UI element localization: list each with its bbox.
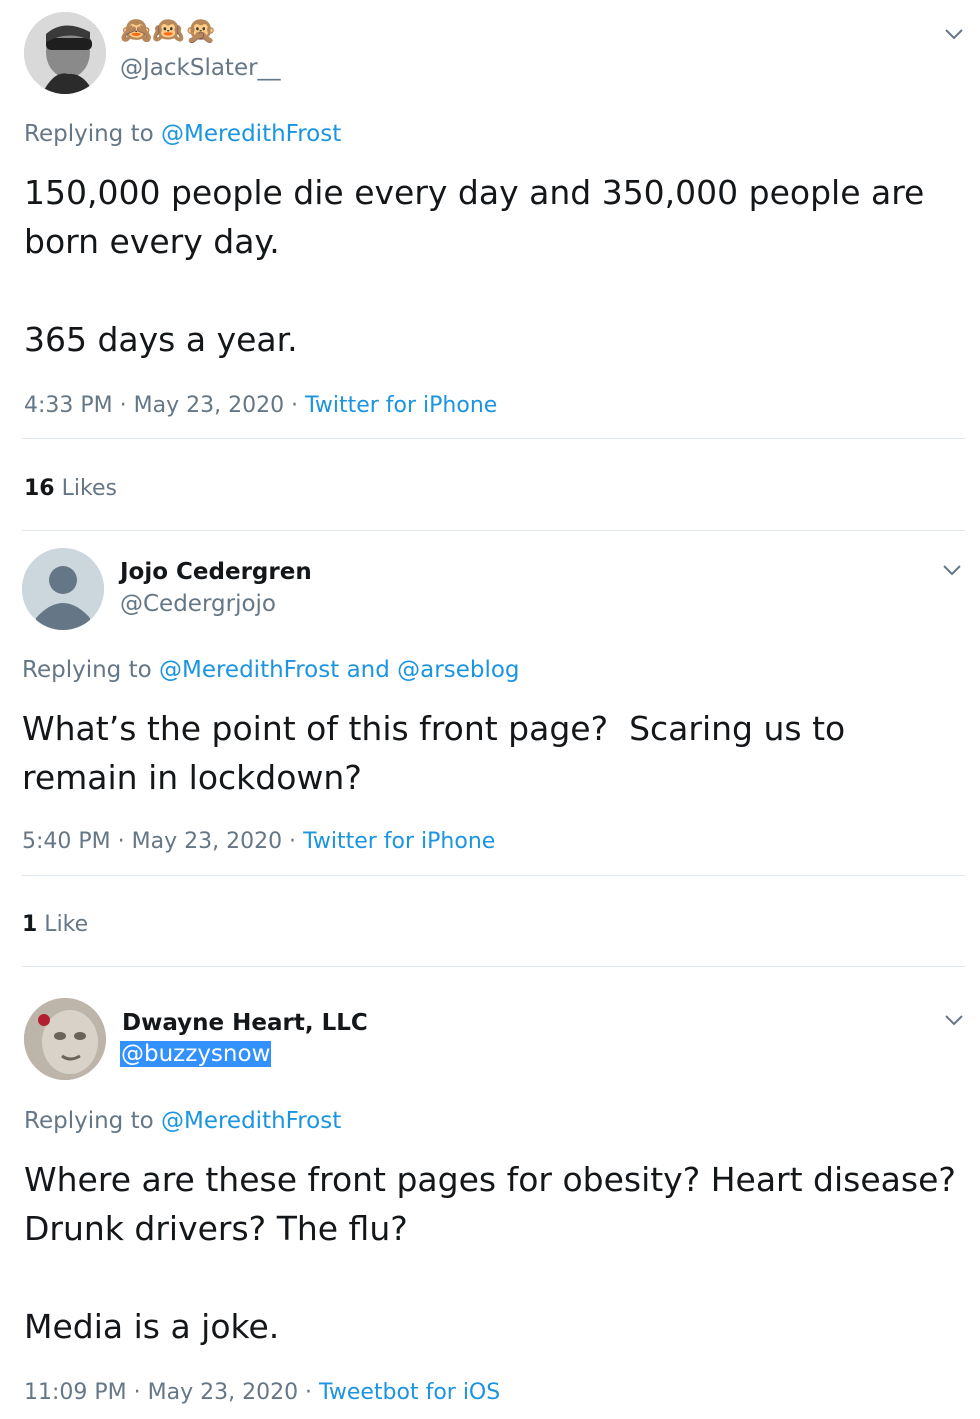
display-name[interactable]: Jojo Cedergren [120,559,312,585]
replying-to: Replying to @MeredithFrost [24,121,341,147]
divider [22,438,965,439]
user-handle[interactable]: @Cedergrjojo [120,591,276,617]
timestamp[interactable]: 5:40 PM · May 23, 2020 · [22,829,303,854]
source-link[interactable]: Twitter for iPhone [303,829,495,854]
likes-label: Likes [54,476,117,501]
user-handle[interactable]: @buzzysnow [120,1041,272,1067]
replying-to-label: Replying to [22,657,152,683]
mention-link[interactable]: @MeredithFrost [161,1108,341,1134]
avatar[interactable] [24,12,106,94]
tweet-text: What’s the point of this front page? Sca… [22,709,846,797]
chevron-down-icon[interactable] [942,22,966,46]
divider [22,966,965,967]
tweet-text: 150,000 people die every day and 350,000… [24,173,925,359]
avatar[interactable] [22,548,104,630]
replying-to: Replying to @MeredithFrost and @arseblog [22,657,520,683]
timestamp[interactable]: 11:09 PM · May 23, 2020 · [24,1380,319,1405]
tweet-meta: 11:09 PM · May 23, 2020 · Tweetbot for i… [24,1380,500,1405]
display-name[interactable]: 🙈🙉🙊 [120,16,217,46]
source-link[interactable]: Twitter for iPhone [305,393,497,418]
replying-to-label: Replying to [24,121,154,147]
divider [22,875,965,876]
mention-link[interactable]: @MeredithFrost [161,121,341,147]
tweet-meta: 5:40 PM · May 23, 2020 · Twitter for iPh… [22,829,495,854]
timestamp[interactable]: 4:33 PM · May 23, 2020 · [24,393,305,418]
replying-to: Replying to @MeredithFrost [24,1108,341,1134]
replying-to-label: Replying to [24,1108,154,1134]
avatar-photo [24,998,106,1080]
tweet-meta: 4:33 PM · May 23, 2020 · Twitter for iPh… [24,393,497,418]
chevron-down-icon[interactable] [942,1008,966,1032]
likes-number: 1 [22,912,38,937]
likes-count[interactable]: 1 Like [22,912,88,937]
likes-label: Like [37,912,89,937]
mention-link[interactable]: @MeredithFrost [159,657,339,683]
divider [22,530,965,531]
user-handle[interactable]: @JackSlater__ [120,55,281,81]
default-avatar-icon [22,548,104,630]
avatar[interactable] [24,998,106,1080]
likes-number: 16 [24,476,55,501]
chevron-down-icon[interactable] [940,558,964,582]
tweet-text: Where are these front pages for obesity?… [24,1160,956,1346]
mention-link[interactable]: @arseblog [397,657,519,683]
mention-joiner: and [346,657,390,683]
display-name[interactable]: Dwayne Heart, LLC [122,1010,368,1036]
selected-handle-text: @buzzysnow [120,1041,272,1067]
likes-count[interactable]: 16 Likes [24,476,117,501]
source-link[interactable]: Tweetbot for iOS [319,1380,500,1405]
avatar-photo [24,12,106,94]
